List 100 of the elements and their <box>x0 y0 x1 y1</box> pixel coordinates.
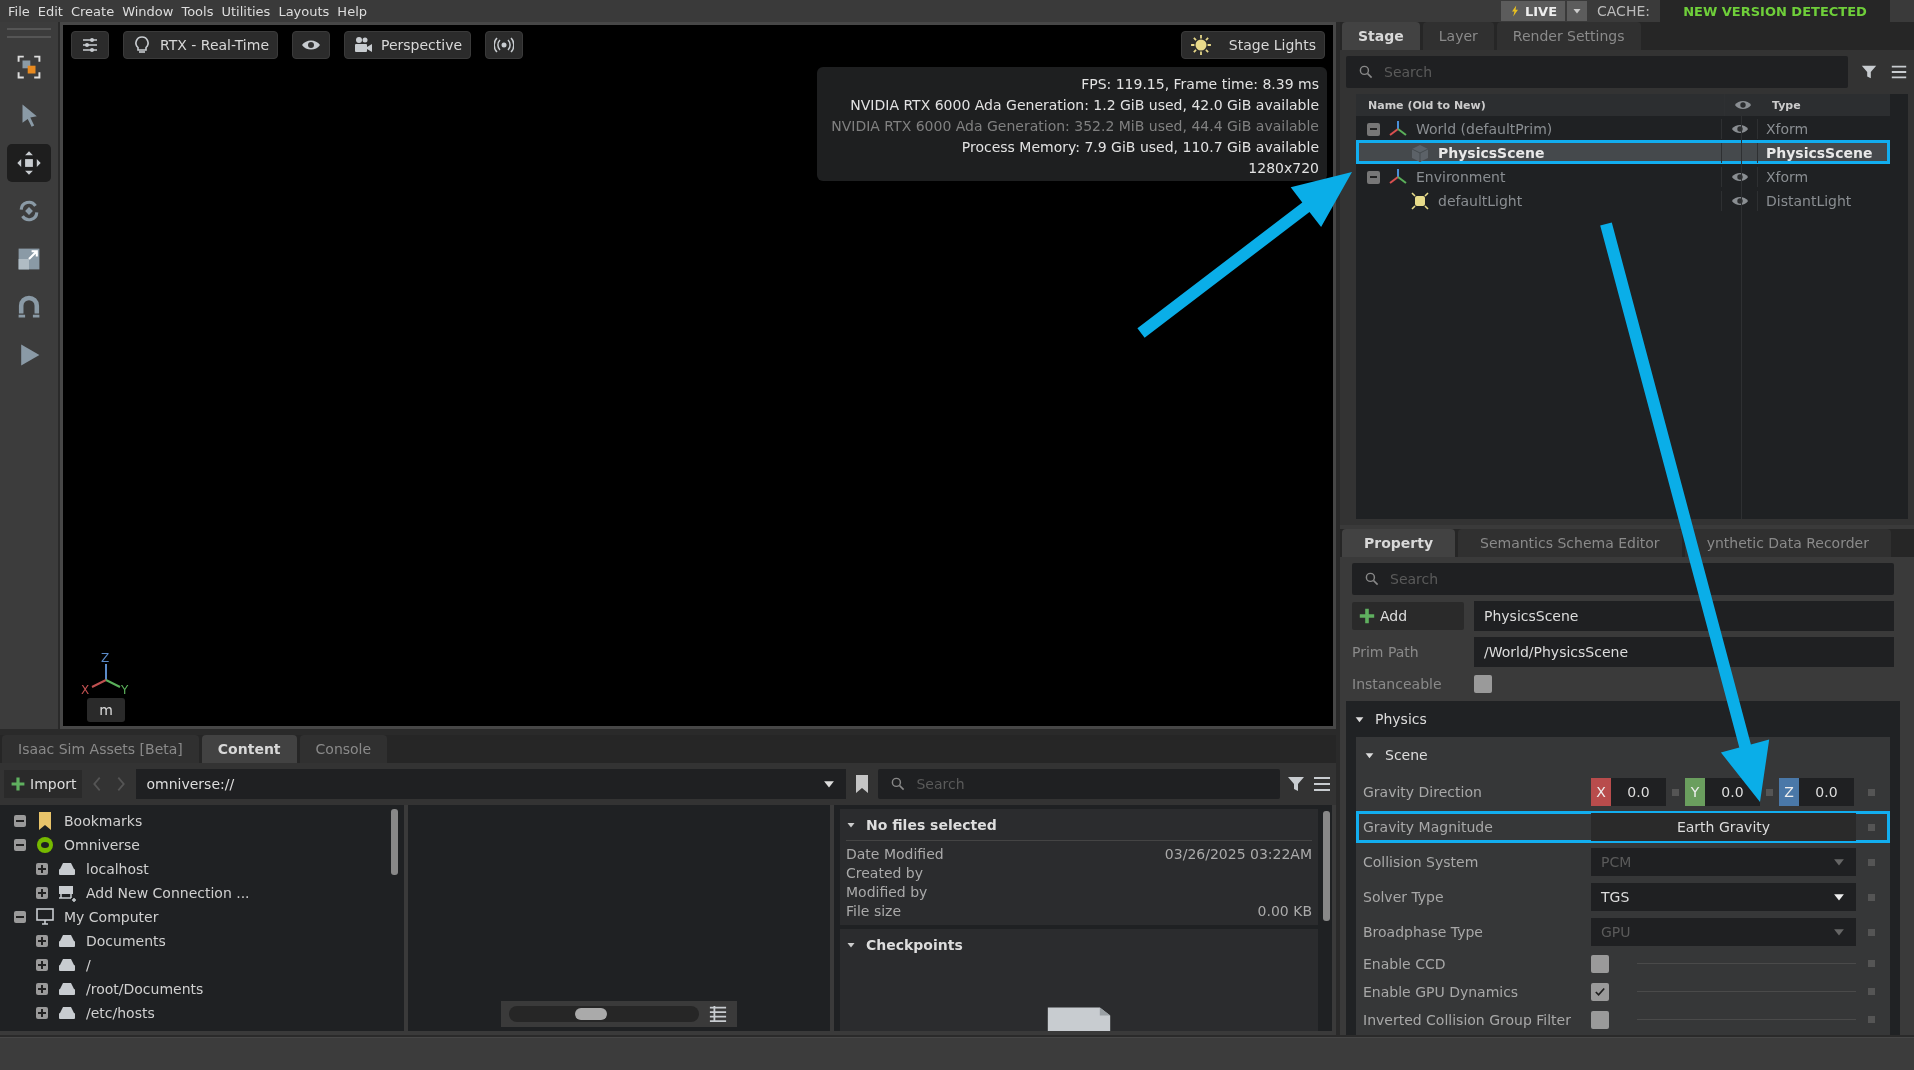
panel-title: No files selected <box>866 816 997 833</box>
monitor-icon <box>34 907 56 927</box>
toolbar-icon-button[interactable] <box>292 31 330 59</box>
tree-row[interactable]: defaultLight DistantLight <box>1356 188 1890 212</box>
property-label: Inverted Collision Group Filter <box>1363 1011 1572 1028</box>
tree-item[interactable]: Bookmarks <box>64 813 143 829</box>
detail-label: Modified by <box>846 883 928 902</box>
preset-button[interactable]: Earth Gravity <box>1591 813 1856 841</box>
reset-indicator-icon <box>1868 858 1875 866</box>
reset-indicator-icon <box>1868 1016 1875 1023</box>
add-button[interactable]: Add <box>1352 602 1464 630</box>
toolbar-button[interactable]: Perspective <box>344 31 472 59</box>
reset-indicator-icon <box>1868 960 1875 967</box>
panel-title: Checkpoints <box>866 937 963 953</box>
scroll-thumb[interactable] <box>391 809 398 875</box>
property-label: Gravity Direction <box>1363 784 1483 800</box>
collapse-toggle[interactable] <box>14 815 26 827</box>
property-label: Collision System <box>1363 854 1480 870</box>
section-title: Scene <box>1385 747 1428 763</box>
live-dropdown[interactable] <box>1567 1 1587 21</box>
toolbar-icon-button[interactable] <box>485 31 524 59</box>
menu-item[interactable]: Create <box>66 3 119 19</box>
number-field[interactable]: 0.0 <box>1611 778 1666 806</box>
tab[interactable]: Stage <box>1342 22 1420 50</box>
lightbulb-icon <box>132 35 152 55</box>
reset-indicator-icon <box>1868 988 1875 995</box>
menu-item[interactable]: Window <box>118 3 178 19</box>
expand-toggle[interactable] <box>36 887 48 899</box>
tab[interactable]: ynthetic Data Recorder <box>1684 529 1891 557</box>
expand-toggle[interactable] <box>36 935 48 947</box>
detail-value: 03/26/2025 03:22AM <box>1164 845 1312 864</box>
path-field[interactable]: /World/PhysicsScene <box>1474 637 1894 667</box>
scroll-thumb[interactable] <box>1323 811 1330 921</box>
axis-tag: X <box>1591 778 1611 806</box>
name-field[interactable]: PhysicsScene <box>1474 601 1894 631</box>
tree-item[interactable]: My Computer <box>64 909 159 925</box>
expand-toggle[interactable] <box>36 1007 48 1019</box>
tree-row[interactable]: PhysicsScene PhysicsScene <box>1356 140 1890 164</box>
filter-icon[interactable] <box>1860 63 1878 81</box>
menu-item[interactable]: Utilities <box>217 3 275 19</box>
menu-item[interactable]: Layouts <box>274 3 334 19</box>
list-view-icon[interactable] <box>707 1005 729 1023</box>
section-title: Physics <box>1375 711 1427 727</box>
move-icon <box>16 150 42 176</box>
tree-item[interactable]: /root/Documents <box>86 981 204 997</box>
expand-toggle[interactable] <box>36 959 48 971</box>
zoom-slider[interactable] <box>509 1006 699 1022</box>
collapse-toggle[interactable] <box>14 839 26 851</box>
tab[interactable]: Content <box>201 735 297 763</box>
checkbox[interactable] <box>1591 954 1609 973</box>
scale-icon <box>16 246 42 272</box>
dropdown[interactable]: TGS <box>1591 883 1856 911</box>
collapse-triangle-icon[interactable] <box>846 940 856 950</box>
live-button[interactable]: LIVE <box>1500 1 1565 21</box>
tree-item[interactable]: Documents <box>86 933 166 949</box>
checkbox[interactable] <box>1591 1010 1609 1029</box>
tree-item[interactable]: /etc/hosts <box>86 1005 155 1021</box>
tool-button[interactable] <box>7 144 51 182</box>
property-label: Gravity Magnitude <box>1363 819 1494 835</box>
tree-item[interactable]: / <box>86 957 91 973</box>
toolbar-icon-button[interactable] <box>71 31 109 59</box>
units-button[interactable]: m <box>87 698 125 722</box>
collapse-toggle[interactable] <box>14 911 26 923</box>
collapse-toggle[interactable] <box>1367 122 1380 136</box>
import-button[interactable]: Import <box>4 770 83 798</box>
tab[interactable]: Console <box>299 735 388 763</box>
expand-toggle[interactable] <box>36 863 48 875</box>
path-field[interactable]: omniverse:// <box>136 769 847 799</box>
plus-icon <box>1358 607 1376 625</box>
tree-row[interactable]: Environment Xform <box>1356 164 1890 188</box>
expand-toggle[interactable] <box>36 983 48 995</box>
tree-item[interactable]: localhost <box>86 861 149 877</box>
tab[interactable]: Render Settings <box>1496 22 1641 50</box>
field-label: Prim Path <box>1352 644 1420 660</box>
filter-icon[interactable] <box>1286 774 1306 794</box>
menu-icon[interactable] <box>1312 774 1332 794</box>
tab[interactable]: Semantics Schema Editor <box>1458 529 1682 557</box>
menu-item[interactable]: Help <box>333 3 371 19</box>
tree-item[interactable]: Add New Connection ... <box>86 885 250 901</box>
tab[interactable]: Isaac Sim Assets [Beta] <box>2 735 199 763</box>
checkbox[interactable] <box>1591 982 1609 1001</box>
axes-icon <box>1388 119 1408 139</box>
reset-indicator-icon <box>1868 823 1875 831</box>
tree-item[interactable]: Omniverse <box>64 837 140 853</box>
checkbox[interactable] <box>1474 675 1492 693</box>
number-field[interactable]: 0.0 <box>1799 778 1854 806</box>
menu-item[interactable]: Tools <box>177 3 218 19</box>
menu-icon[interactable] <box>1890 63 1908 81</box>
menu-item[interactable]: File <box>4 3 34 19</box>
settings-icon <box>80 35 100 55</box>
tab[interactable]: Property <box>1342 529 1456 557</box>
tree-row[interactable]: World (defaultPrim) Xform <box>1356 116 1890 140</box>
toolbar-button[interactable]: RTX - Real-Time <box>123 31 278 59</box>
tab[interactable]: Layer <box>1422 22 1494 50</box>
collapse-toggle[interactable] <box>1367 170 1380 184</box>
menu-item[interactable]: Edit <box>33 3 67 19</box>
toolbar-button[interactable]: Stage Lights <box>1180 31 1325 59</box>
detail-label: Created by <box>846 864 924 883</box>
light-icon <box>1410 191 1430 211</box>
toolbar-grip[interactable] <box>7 28 51 38</box>
